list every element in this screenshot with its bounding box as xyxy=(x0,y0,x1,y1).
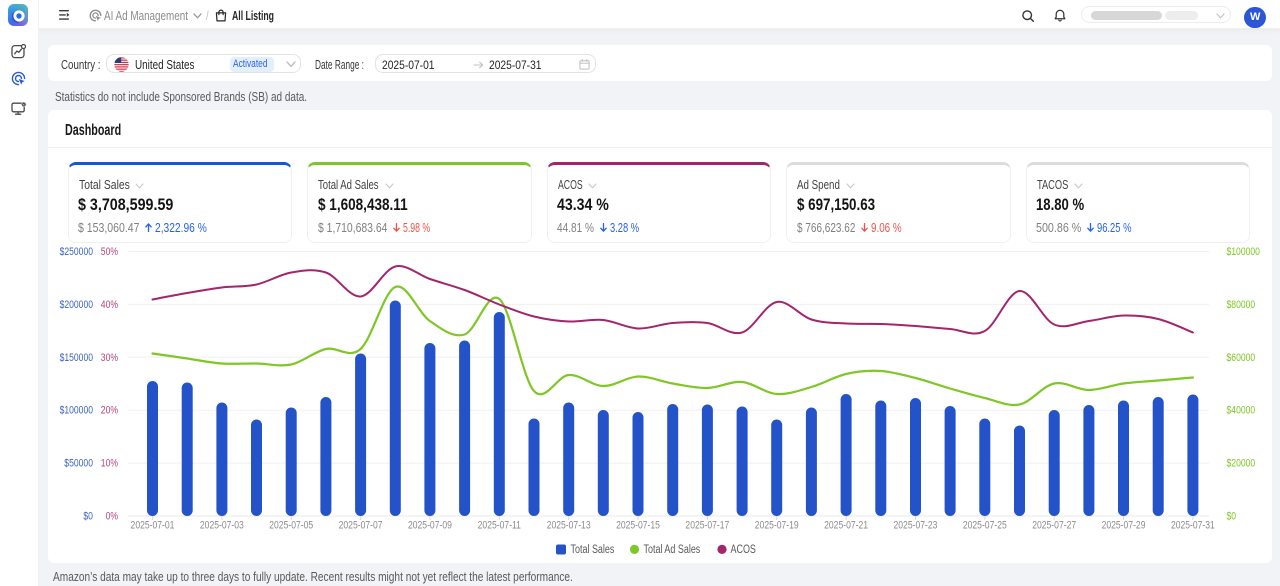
svg-text:2025-07-01: 2025-07-01 xyxy=(131,520,175,532)
svg-text:2025-07-27: 2025-07-27 xyxy=(1032,520,1076,532)
svg-text:2025-07-17: 2025-07-17 xyxy=(685,520,729,532)
svg-text:Total Ad Sales: Total Ad Sales xyxy=(644,544,701,556)
svg-text:$60000: $60000 xyxy=(1227,352,1256,364)
svg-text:$80000: $80000 xyxy=(1227,299,1256,311)
svg-text:2025-07-05: 2025-07-05 xyxy=(269,520,313,532)
svg-text:20%: 20% xyxy=(101,405,118,417)
svg-text:$0: $0 xyxy=(1227,511,1237,523)
svg-text:$150000: $150000 xyxy=(60,352,93,364)
svg-text:$250000: $250000 xyxy=(60,246,93,258)
svg-text:0%: 0% xyxy=(106,511,119,523)
svg-text:40%: 40% xyxy=(101,299,118,311)
svg-text:$50000: $50000 xyxy=(64,458,93,470)
svg-text:2025-07-15: 2025-07-15 xyxy=(616,520,660,532)
svg-text:$40000: $40000 xyxy=(1227,405,1256,417)
svg-text:2025-07-31: 2025-07-31 xyxy=(1171,520,1215,532)
svg-text:$100000: $100000 xyxy=(1227,246,1260,258)
svg-text:$100000: $100000 xyxy=(60,405,93,417)
svg-text:2025-07-21: 2025-07-21 xyxy=(824,520,868,532)
svg-text:ACOS: ACOS xyxy=(731,544,757,556)
svg-text:$0: $0 xyxy=(83,511,93,523)
svg-text:$200000: $200000 xyxy=(60,299,93,311)
svg-text:2025-07-09: 2025-07-09 xyxy=(408,520,452,532)
svg-text:2025-07-23: 2025-07-23 xyxy=(894,520,938,532)
svg-text:$20000: $20000 xyxy=(1227,458,1256,470)
svg-text:10%: 10% xyxy=(101,458,118,470)
svg-text:2025-07-25: 2025-07-25 xyxy=(963,520,1007,532)
svg-text:50%: 50% xyxy=(101,246,118,258)
svg-text:Total Sales: Total Sales xyxy=(571,544,615,556)
svg-text:2025-07-07: 2025-07-07 xyxy=(339,520,383,532)
svg-text:2025-07-13: 2025-07-13 xyxy=(547,520,591,532)
svg-text:30%: 30% xyxy=(101,352,118,364)
svg-text:2025-07-11: 2025-07-11 xyxy=(478,520,521,532)
svg-text:2025-07-29: 2025-07-29 xyxy=(1102,520,1146,532)
svg-text:2025-07-03: 2025-07-03 xyxy=(200,520,244,532)
svg-text:2025-07-19: 2025-07-19 xyxy=(755,520,799,532)
